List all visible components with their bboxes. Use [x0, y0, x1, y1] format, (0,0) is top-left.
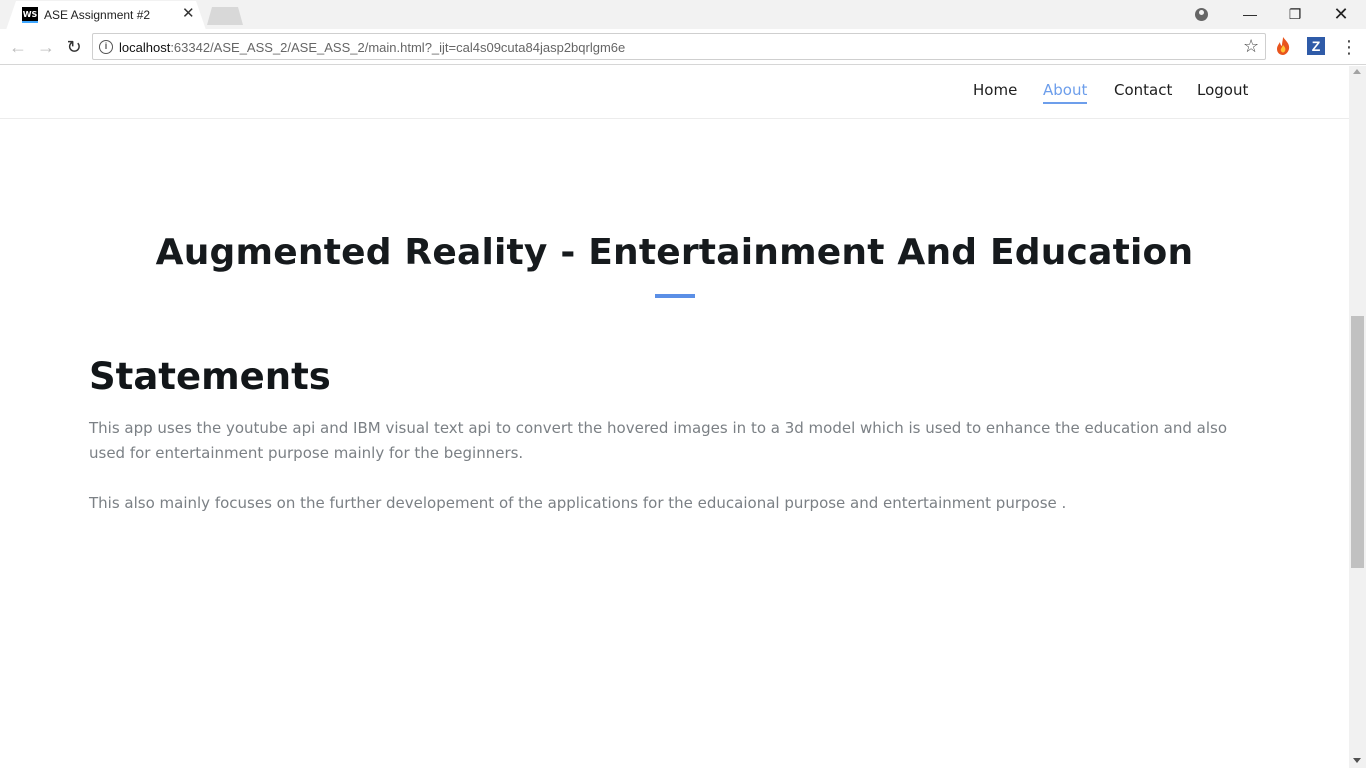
- fire-extension-icon[interactable]: [1274, 36, 1292, 56]
- forward-arrow-icon[interactable]: →: [34, 35, 58, 59]
- browser-toolbar: ← → ↻ i localhost:63342/ASE_ASS_2/ASE_AS…: [0, 29, 1366, 65]
- browser-titlebar: WS ASE Assignment #2 ✕ — ❐ ✕: [0, 0, 1366, 30]
- statement-paragraph: This app uses the youtube api and IBM vi…: [89, 419, 1228, 462]
- scroll-up-arrow-icon[interactable]: [1353, 69, 1361, 74]
- section-heading: Statements: [89, 355, 331, 398]
- maximize-button[interactable]: ❐: [1272, 0, 1318, 29]
- title-divider: [655, 294, 695, 298]
- url-path: :63342/ASE_ASS_2/ASE_ASS_2/main.html?_ij…: [170, 40, 626, 55]
- tab-close-icon[interactable]: ✕: [182, 6, 195, 22]
- user-icon: [1194, 8, 1208, 21]
- browser-menu-icon[interactable]: ⋮: [1340, 35, 1358, 59]
- minimize-button[interactable]: —: [1227, 0, 1273, 29]
- nav-about-link[interactable]: About: [1043, 81, 1088, 104]
- tab-title: ASE Assignment #2: [44, 8, 151, 22]
- nav-logout-link[interactable]: Logout: [1197, 81, 1248, 99]
- statement-paragraph: This also mainly focuses on the further …: [89, 494, 1067, 512]
- site-info-icon[interactable]: i: [99, 40, 113, 54]
- url-text[interactable]: localhost:63342/ASE_ASS_2/ASE_ASS_2/main…: [119, 40, 625, 55]
- bookmark-star-icon[interactable]: ☆: [1243, 36, 1259, 57]
- page-title: Augmented Reality - Entertainment And Ed…: [155, 232, 1194, 273]
- profile-button[interactable]: [1178, 0, 1224, 29]
- scroll-down-arrow-icon[interactable]: [1353, 758, 1361, 763]
- site-navbar: Home About Contact Logout: [0, 66, 1349, 119]
- browser-tab-active[interactable]: WS ASE Assignment #2 ✕: [6, 1, 206, 30]
- webstorm-favicon-icon: WS: [22, 7, 38, 23]
- page-viewport: Home About Contact Logout Augmented Real…: [0, 66, 1366, 768]
- url-host: localhost: [119, 40, 171, 55]
- new-tab-button[interactable]: [207, 7, 243, 25]
- scrollbar-thumb[interactable]: [1351, 316, 1364, 568]
- address-bar[interactable]: i localhost:63342/ASE_ASS_2/ASE_ASS_2/ma…: [92, 33, 1266, 60]
- back-arrow-icon[interactable]: ←: [6, 35, 30, 59]
- close-window-button[interactable]: ✕: [1318, 0, 1364, 29]
- vertical-scrollbar[interactable]: [1349, 66, 1366, 768]
- reload-icon[interactable]: ↻: [62, 35, 86, 59]
- nav-home-link[interactable]: Home: [973, 81, 1017, 99]
- z-extension-icon[interactable]: Z: [1307, 37, 1325, 55]
- nav-contact-link[interactable]: Contact: [1114, 81, 1172, 99]
